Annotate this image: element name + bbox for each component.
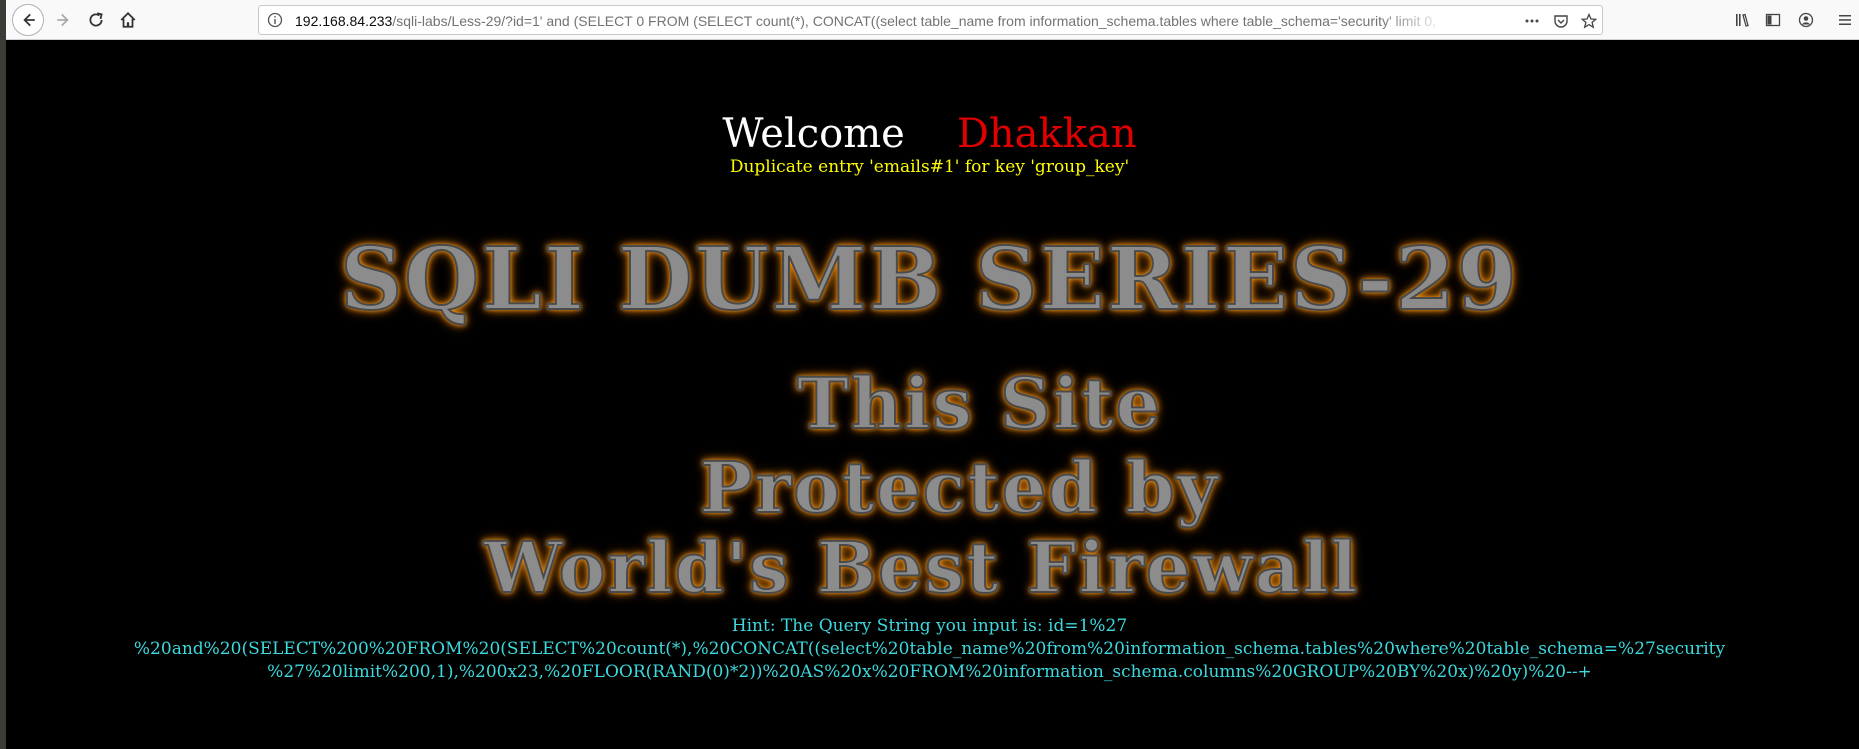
page-actions-button[interactable] [1523,12,1541,30]
pocket-button[interactable] [1552,12,1570,30]
pocket-icon [1554,15,1568,28]
account-icon [1798,12,1814,28]
hint-line-2: %20and%20(SELECT%200%20FROM%20(SELECT%20… [133,639,1726,659]
browser-toolbar: 192.168.84.233/sqli-labs/Less-29/?id=1' … [6,0,1859,40]
url-path: /sqli-labs/Less-29/?id=1' and (SELECT 0 … [392,13,1436,29]
firewall-banner-line-1: This Site [796,361,1163,446]
query-hint: Hint: The Query String you input is: id=… [0,615,1859,684]
firewall-banner-line-3: World's Best Firewall [483,525,1360,610]
hint-line-1: Hint: The Query String you input is: id=… [731,616,1128,636]
welcome-text: Welcome [722,111,905,157]
home-button[interactable] [114,6,142,34]
firewall-banner-line-2: Protected by [699,445,1220,530]
url-fade [1379,8,1449,32]
reload-button[interactable] [82,6,110,34]
series-title-banner: SQLI DUMB SERIES-29 [339,228,1519,331]
sql-error-message: Duplicate entry 'emails#1' for key 'grou… [729,157,1130,177]
home-icon [120,11,136,28]
library-icon [1736,13,1749,27]
account-button[interactable] [1797,11,1815,29]
hint-line-3: %27%20limit%200,1),%200x23,%20FLOOR(RAND… [267,662,1592,682]
forward-button[interactable] [50,6,78,34]
reload-icon [89,12,103,27]
url-bar[interactable]: 192.168.84.233/sqli-labs/Less-29/?id=1' … [258,5,1603,35]
back-button[interactable] [12,4,44,36]
sidebar-button[interactable] [1764,11,1782,29]
welcome-username: Dhakkan [956,111,1137,157]
more-icon [1525,19,1539,23]
menu-button[interactable] [1836,11,1854,29]
star-icon [1581,13,1597,29]
info-icon[interactable] [267,12,283,28]
library-button[interactable] [1733,11,1751,29]
welcome-line: Welcome Dhakkan [0,108,1859,160]
menu-icon [1839,15,1851,25]
forward-icon [57,13,69,27]
back-icon [23,13,35,27]
url-text[interactable]: 192.168.84.233/sqli-labs/Less-29/?id=1' … [295,12,1440,30]
sidebar-icon [1765,13,1781,27]
url-host: 192.168.84.233 [295,13,393,29]
bookmark-button[interactable] [1580,12,1598,30]
